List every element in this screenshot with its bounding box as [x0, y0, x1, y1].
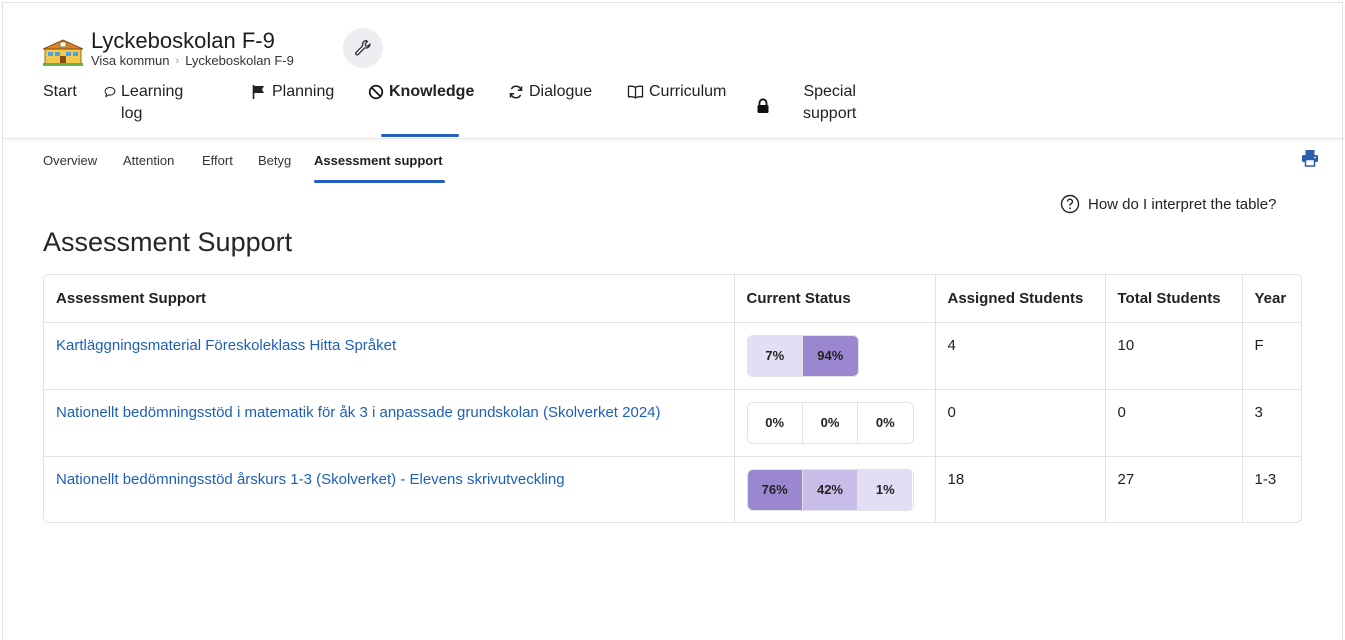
nav-curriculum[interactable]: Curriculum: [627, 81, 726, 103]
tab-overview[interactable]: Overview: [43, 153, 97, 168]
total-students: 27: [1105, 456, 1243, 522]
nav-label-line2: support: [803, 105, 857, 122]
status-segment: 94%: [803, 335, 858, 376]
total-students: 0: [1105, 389, 1243, 457]
assessment-link[interactable]: Nationellt bedömningsstöd årskurs 1-3 (S…: [56, 471, 565, 488]
assigned-students: 0: [935, 389, 1106, 457]
breadcrumb-school[interactable]: Lyckeboskolan F-9: [185, 53, 294, 68]
year: 1-3: [1254, 470, 1277, 488]
table-row: Nationellt bedömningsstöd årskurs 1-3 (S…: [44, 456, 1301, 522]
column-header: Year: [1242, 275, 1301, 323]
nav-label: Curriculum: [649, 83, 727, 100]
status-segment: 0%: [858, 402, 913, 443]
refresh-icon: [509, 85, 523, 99]
breadcrumb-municipality[interactable]: Visa kommun: [91, 53, 170, 68]
status-bar[interactable]: 76% 42% 1%: [746, 468, 914, 511]
status-segment: 7%: [747, 335, 803, 376]
year: F: [1242, 322, 1301, 390]
status-segment: 42%: [802, 469, 859, 510]
nav-planning[interactable]: Planning: [251, 81, 334, 103]
knowledge-icon: [368, 84, 384, 100]
assessment-link[interactable]: Nationellt bedömningsstöd i matematik fö…: [56, 404, 661, 421]
header: Lyckeboskolan F-9 Visa kommun › Lyckebos…: [3, 3, 1344, 139]
page-title: Assessment Support: [43, 227, 293, 257]
nav-label: Start: [43, 83, 77, 100]
nav-label: Planning: [272, 83, 335, 100]
wrench-icon: [355, 39, 371, 56]
assessment-link[interactable]: Kartläggningsmaterial Föreskoleklass Hit…: [56, 337, 396, 354]
tab-active-indicator: [314, 180, 445, 183]
school-name: Lyckeboskolan F-9: [91, 28, 275, 53]
tab-betyg[interactable]: Betyg: [258, 153, 291, 168]
school-logo-icon: [43, 39, 83, 66]
status-segment: 0%: [802, 402, 859, 443]
nav-start[interactable]: Start: [43, 81, 77, 103]
year: 3: [1242, 389, 1301, 457]
status-bar[interactable]: 0% 0% 0%: [746, 401, 914, 444]
help-label: How do I interpret the table?: [1088, 195, 1277, 213]
tab-assessment-support[interactable]: Assessment support: [314, 153, 443, 168]
total-students: 10: [1105, 322, 1243, 390]
chevron-right-icon: ›: [175, 54, 180, 67]
nav-label-line1: Special: [803, 83, 856, 100]
flag-icon: [252, 85, 264, 99]
assessment-table: Assessment Support Current Status Assign…: [43, 274, 1302, 523]
table-row: Kartläggningsmaterial Föreskoleklass Hit…: [44, 322, 1301, 390]
nav-dialogue[interactable]: Dialogue: [508, 81, 592, 103]
status-bar[interactable]: 7% 94%: [746, 334, 859, 377]
status-segment: 0%: [747, 402, 803, 443]
help-link[interactable]: How do I interpret the table?: [1060, 194, 1276, 214]
status-segment: 1%: [858, 469, 913, 510]
nav-learning-log[interactable]: Learning log: [104, 81, 187, 125]
nav-label: Dialogue: [529, 83, 593, 100]
settings-wrench-button[interactable]: [343, 28, 383, 68]
assigned-students: 4: [935, 322, 1106, 390]
app-window: Lyckeboskolan F-9 Visa kommun › Lyckebos…: [2, 2, 1344, 640]
table-row: Nationellt bedömningsstöd i matematik fö…: [44, 389, 1301, 457]
table-header-row: Assessment Support Current Status Assign…: [44, 275, 1301, 323]
tab-attention[interactable]: Attention: [123, 153, 174, 168]
nav-lock[interactable]: [756, 95, 770, 114]
nav-label: Learning log: [121, 83, 184, 122]
nav-active-indicator: [381, 134, 459, 137]
status-segment: 76%: [747, 469, 803, 510]
column-header: Current Status: [734, 275, 936, 323]
column-header: Assessment Support: [44, 275, 735, 323]
column-header: Total Students: [1105, 275, 1243, 323]
assigned-students: 18: [935, 456, 1106, 522]
print-icon[interactable]: [1301, 149, 1319, 167]
tab-effort[interactable]: Effort: [202, 153, 233, 168]
book-icon: [627, 85, 644, 99]
nav-knowledge[interactable]: Knowledge: [368, 81, 474, 103]
nav-special-support[interactable]: Special support: [803, 81, 856, 125]
column-header: Assigned Students: [935, 275, 1106, 323]
question-circle-icon: [1060, 194, 1080, 214]
nav-label: Knowledge: [389, 83, 475, 100]
lock-icon: [757, 98, 769, 113]
breadcrumb: Visa kommun › Lyckeboskolan F-9: [91, 53, 294, 68]
speech-bubble-icon: [104, 86, 116, 98]
